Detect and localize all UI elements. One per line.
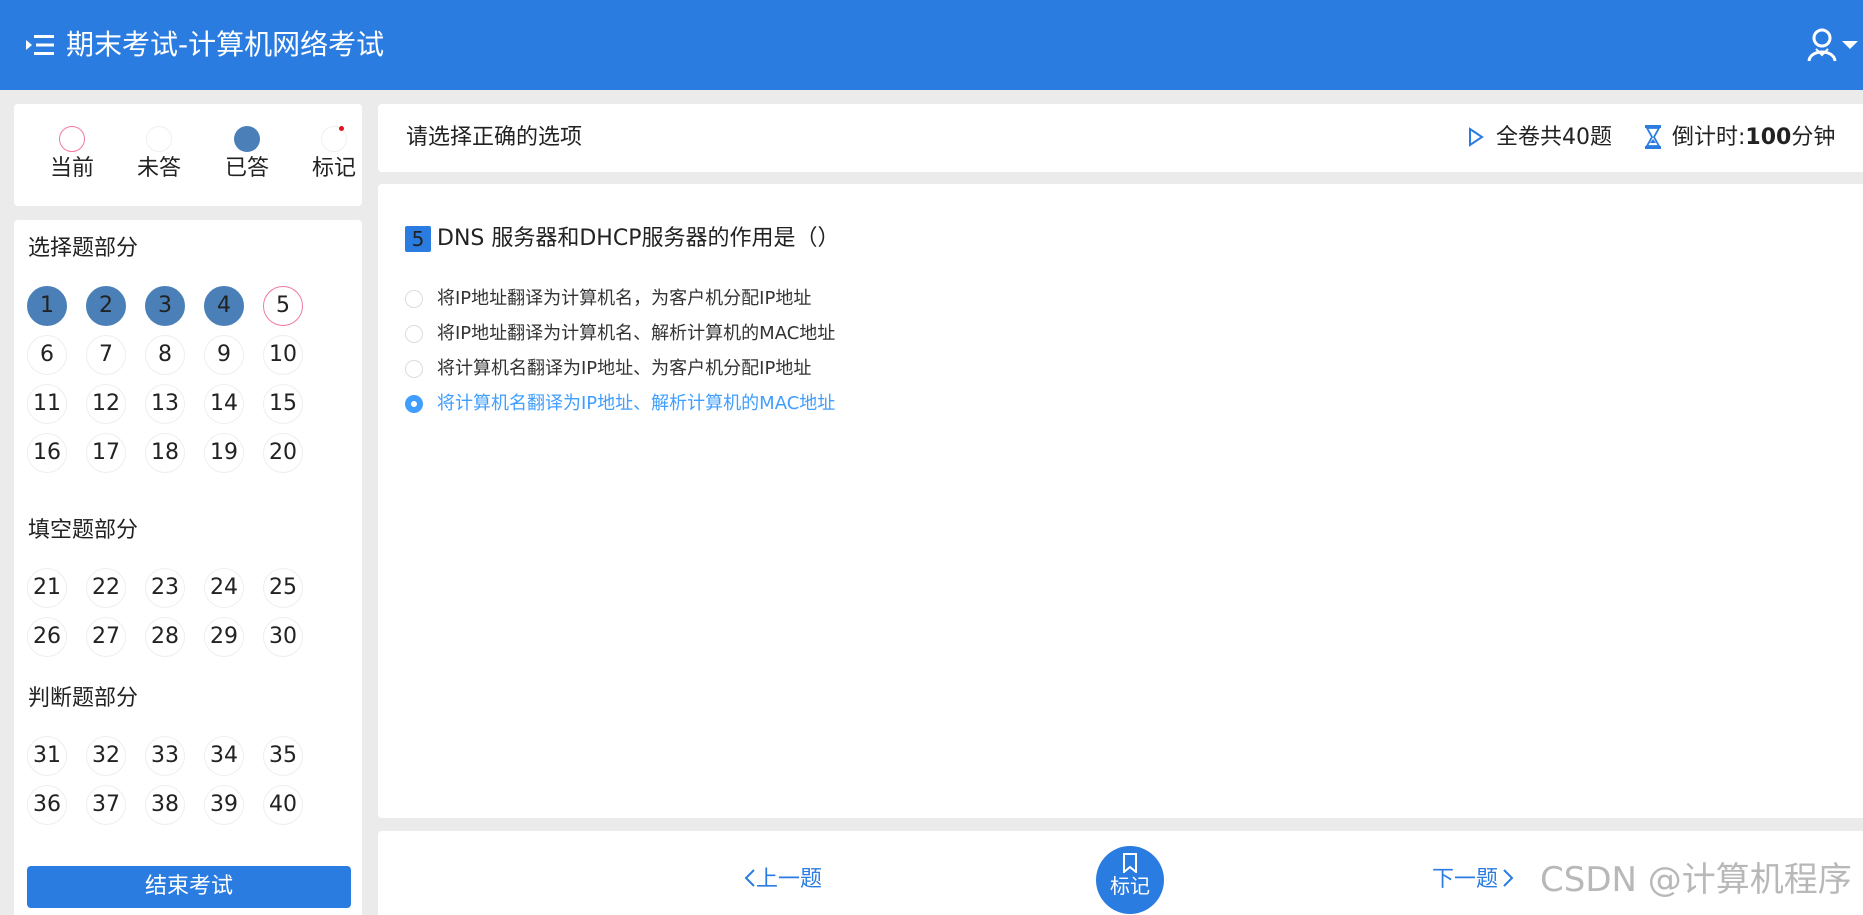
marked-status-dot	[321, 126, 347, 152]
question-nav-40[interactable]: 40	[263, 785, 303, 825]
top-header: 期末考试-计算机网络考试	[0, 0, 1863, 90]
question-nav-38[interactable]: 38	[145, 785, 185, 825]
option-b-radio[interactable]	[405, 325, 423, 343]
legend-marked: 标记	[294, 126, 374, 184]
question-card: 5 DNS 服务器和DHCP服务器的作用是（） 将IP地址翻译为计算机名，为客户…	[378, 184, 1863, 818]
question-nav-8[interactable]: 8	[145, 335, 185, 375]
question-nav-30[interactable]: 30	[263, 617, 303, 657]
question-nav-31[interactable]: 31	[27, 736, 67, 776]
prev-question-label: 上一题	[756, 867, 823, 892]
question-nav-13[interactable]: 13	[145, 384, 185, 424]
countdown-timer: 倒计时:100分钟	[1672, 122, 1835, 154]
question-nav-39[interactable]: 39	[204, 785, 244, 825]
question-nav-24[interactable]: 24	[204, 568, 244, 608]
question-nav-7[interactable]: 7	[86, 335, 126, 375]
next-question-button[interactable]: 下一题	[1432, 865, 1514, 895]
timer-value: 100	[1745, 125, 1792, 150]
option-a-text: 将IP地址翻译为计算机名，为客户机分配IP地址	[437, 288, 812, 309]
question-nav-5[interactable]: 5	[263, 286, 303, 326]
instruction-text: 请选择正确的选项	[406, 125, 583, 150]
question-nav-26[interactable]: 26	[27, 617, 67, 657]
question-nav-2[interactable]: 2	[86, 286, 126, 326]
question-nav-29[interactable]: 29	[204, 617, 244, 657]
question-nav-28[interactable]: 28	[145, 617, 185, 657]
end-exam-button[interactable]: 结束考试	[27, 866, 351, 908]
legend-answered-label: 已答	[224, 156, 269, 181]
unanswered-status-dot	[146, 126, 172, 152]
question-nav-35[interactable]: 35	[263, 736, 303, 776]
question-nav-9[interactable]: 9	[204, 335, 244, 375]
next-question-label: 下一题	[1432, 867, 1499, 892]
question-nav-21[interactable]: 21	[27, 568, 67, 608]
question-nav-22[interactable]: 22	[86, 568, 126, 608]
question-nav-25[interactable]: 25	[263, 568, 303, 608]
legend-current-label: 当前	[49, 156, 94, 181]
answered-status-dot	[234, 126, 260, 152]
exam-info-bar: 请选择正确的选项 全卷共40题 倒计时:100分钟	[378, 104, 1863, 172]
mark-question-label: 标记	[1110, 874, 1150, 898]
question-nav-1[interactable]: 1	[27, 286, 67, 326]
option-b-text: 将IP地址翻译为计算机名、解析计算机的MAC地址	[437, 323, 836, 344]
question-nav-3[interactable]: 3	[145, 286, 185, 326]
question-nav-27[interactable]: 27	[86, 617, 126, 657]
question-nav-33[interactable]: 33	[145, 736, 185, 776]
question-text: DNS 服务器和DHCP服务器的作用是（）	[437, 226, 840, 251]
question-nav-6[interactable]: 6	[27, 335, 67, 375]
section-title-choice: 选择题部分	[28, 236, 139, 261]
option-d-text: 将计算机名翻译为IP地址、解析计算机的MAC地址	[437, 393, 836, 414]
legend-marked-label: 标记	[311, 156, 356, 181]
option-a-radio[interactable]	[405, 290, 423, 308]
question-nav-15[interactable]: 15	[263, 384, 303, 424]
legend-current: 当前	[32, 126, 112, 184]
timer-label: 倒计时:	[1672, 125, 1746, 150]
question-nav-19[interactable]: 19	[204, 433, 244, 473]
question-nav-34[interactable]: 34	[204, 736, 244, 776]
question-nav-11[interactable]: 11	[27, 384, 67, 424]
question-nav-20[interactable]: 20	[263, 433, 303, 473]
question-nav-10[interactable]: 10	[263, 335, 303, 375]
question-nav-37[interactable]: 37	[86, 785, 126, 825]
question-nav-4[interactable]: 4	[204, 286, 244, 326]
chevron-left-icon	[744, 869, 755, 887]
question-nav-12[interactable]: 12	[86, 384, 126, 424]
chevron-right-icon	[1503, 869, 1514, 887]
question-nav-14[interactable]: 14	[204, 384, 244, 424]
user-menu-icon[interactable]	[1806, 27, 1860, 63]
mark-question-button[interactable]: 标记	[1096, 846, 1164, 914]
option-d-radio[interactable]	[405, 395, 423, 413]
current-status-dot	[59, 126, 85, 152]
option-c-text: 将计算机名翻译为IP地址、为客户机分配IP地址	[437, 358, 812, 379]
bookmark-icon	[1123, 853, 1137, 873]
bottom-navigation-bar: 上一题 标记 下一题	[378, 831, 1863, 915]
question-nav-18[interactable]: 18	[145, 433, 185, 473]
question-number-badge: 5	[405, 226, 431, 252]
question-navigator: 选择题部分 1 2 3 4 5 6 7 8 9 10 11 12 13 14 15 16 17 18 19 20 填空…	[14, 220, 362, 915]
timer-unit: 分钟	[1791, 125, 1836, 150]
question-nav-36[interactable]: 36	[27, 785, 67, 825]
hourglass-icon	[1645, 125, 1661, 149]
menu-icon[interactable]	[26, 33, 54, 57]
total-questions: 全卷共40题	[1496, 125, 1612, 150]
prev-question-button[interactable]: 上一题	[744, 865, 822, 895]
question-nav-17[interactable]: 17	[86, 433, 126, 473]
question-nav-16[interactable]: 16	[27, 433, 67, 473]
page-title: 期末考试-计算机网络考试	[66, 28, 385, 61]
question-nav-23[interactable]: 23	[145, 568, 185, 608]
legend-unanswered-label: 未答	[136, 156, 181, 181]
option-c-radio[interactable]	[405, 360, 423, 378]
question-nav-32[interactable]: 32	[86, 736, 126, 776]
section-title-fill: 填空题部分	[28, 518, 139, 543]
legend-unanswered: 未答	[119, 126, 199, 184]
legend-answered: 已答	[207, 126, 287, 184]
status-legend: 当前 未答 已答 标记	[14, 104, 362, 206]
play-icon	[1469, 127, 1484, 147]
section-title-judge: 判断题部分	[28, 686, 139, 711]
